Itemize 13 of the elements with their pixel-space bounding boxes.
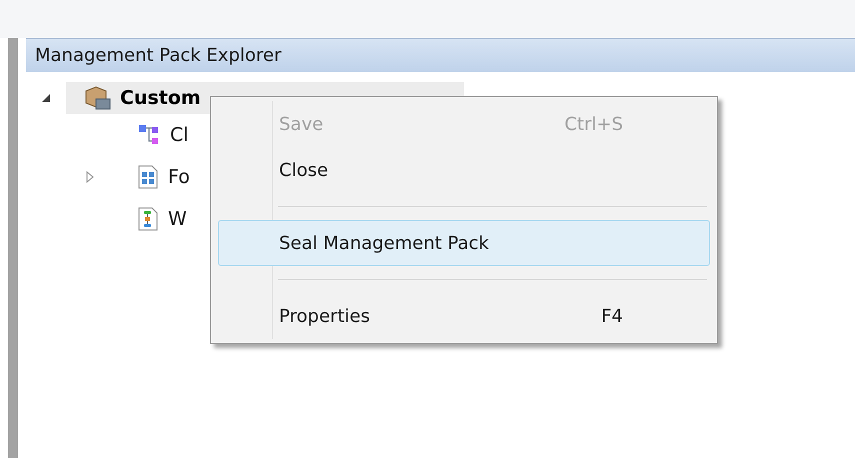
tree-item[interactable]: Cl	[138, 120, 189, 150]
hierarchy-icon	[138, 124, 160, 146]
package-icon	[84, 85, 112, 111]
expand-arrow-icon[interactable]	[86, 171, 94, 183]
menu-item[interactable]: Close	[218, 147, 710, 193]
menu-item[interactable]: Seal Management Pack	[218, 220, 710, 266]
collapse-arrow-icon[interactable]	[41, 93, 51, 103]
menu-item[interactable]: Properties F4	[218, 293, 710, 339]
tree-item[interactable]: Fo	[138, 162, 190, 192]
tree-item[interactable]: W	[138, 204, 187, 234]
flowchart-document-icon	[138, 207, 158, 231]
form-document-icon	[138, 165, 158, 189]
panel-header: Management Pack Explorer	[26, 38, 855, 72]
